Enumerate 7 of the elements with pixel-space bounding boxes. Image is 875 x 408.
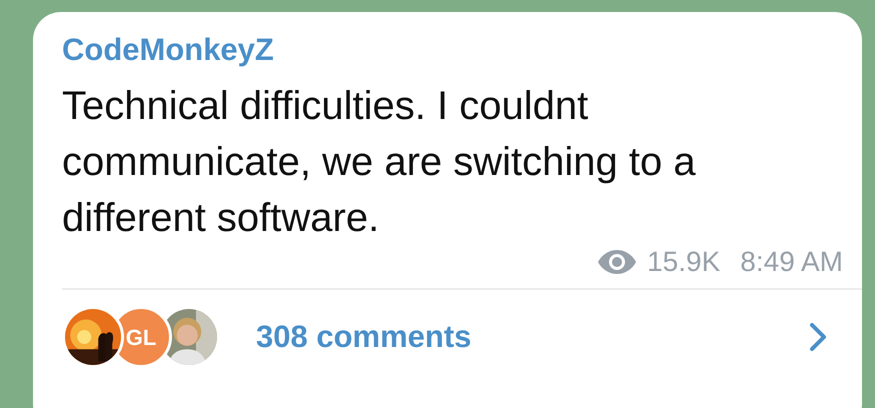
- eye-icon: [597, 249, 638, 275]
- chevron-right-icon: [809, 322, 827, 352]
- message-text: Technical difficulties. I couldnt communicate, we are switching to a different software.: [62, 83, 697, 242]
- comments-button[interactable]: GL 308 comments: [33, 290, 862, 408]
- message-time: 8:49 AM: [740, 245, 843, 279]
- author-name[interactable]: CodeMonkeyZ: [62, 30, 274, 70]
- view-count: 15.9K: [647, 245, 720, 279]
